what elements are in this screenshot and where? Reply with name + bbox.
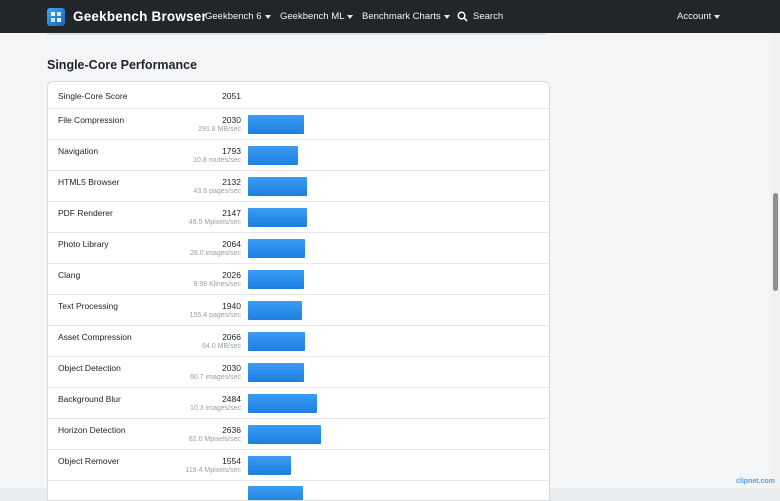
score-bar xyxy=(248,363,304,382)
benchmark-throughput: 10.8 routes/sec xyxy=(193,157,241,164)
brand-title: Geekbench Browser xyxy=(73,9,207,24)
benchmark-name: Object Remover xyxy=(58,456,120,466)
table-row: Object Remover 1554 119.4 Mpixels/sec xyxy=(48,450,549,481)
benchmark-name: Clang xyxy=(58,270,81,280)
caret-down-icon xyxy=(443,14,450,19)
table-row: Text Processing 1940 155.4 pages/sec xyxy=(48,295,549,326)
table-row: PDF Renderer 2147 49.5 Mpixels/sec xyxy=(48,202,549,233)
nav-geekbench-ml-label: Geekbench ML xyxy=(280,11,345,22)
benchmark-score: 2132 xyxy=(222,177,241,187)
benchmark-throughput: 49.5 Mpixels/sec xyxy=(188,219,241,226)
score-bar xyxy=(248,332,305,351)
benchmark-name: Photo Library xyxy=(58,239,109,249)
summary-label: Single-Core Score xyxy=(58,91,128,101)
benchmark-score: 2030 xyxy=(222,363,241,373)
benchmark-throughput: 291.8 MB/sec xyxy=(198,126,241,133)
score-bar xyxy=(248,394,317,413)
benchmark-score: 2030 xyxy=(222,115,241,125)
section-title: Single-Core Performance xyxy=(47,58,198,72)
score-bar xyxy=(248,115,304,134)
top-navbar: Geekbench Browser Geekbench 6 Geekbench … xyxy=(0,0,780,33)
benchmark-throughput: 155.4 pages/sec xyxy=(189,312,241,319)
benchmark-score: 2636 xyxy=(222,425,241,435)
brand-link[interactable]: Geekbench Browser xyxy=(47,7,207,26)
benchmark-score: 2026 xyxy=(222,270,241,280)
score-bar xyxy=(248,177,307,196)
score-bar xyxy=(248,208,307,227)
benchmark-score: 1554 xyxy=(222,456,241,466)
table-row: Navigation 1793 10.8 routes/sec xyxy=(48,140,549,171)
table-row: Horizon Detection 2636 82.0 Mpixels/sec xyxy=(48,419,549,450)
benchmark-name: Asset Compression xyxy=(58,332,132,342)
benchmark-score: 1793 xyxy=(222,146,241,156)
score-bar xyxy=(248,425,321,444)
benchmark-name: PDF Renderer xyxy=(58,208,113,218)
nav-geekbench6-dropdown[interactable]: Geekbench 6 xyxy=(205,0,271,33)
score-bar xyxy=(248,146,298,165)
nav-search-link[interactable]: Search xyxy=(457,0,503,33)
previous-card-edge xyxy=(47,33,547,35)
benchmark-name: File Compression xyxy=(58,115,125,125)
benchmark-name: Navigation xyxy=(58,146,99,156)
caret-down-icon xyxy=(347,14,354,19)
score-bar xyxy=(248,270,304,289)
main-content: Single-Core Performance Single-Core Scor… xyxy=(0,33,771,501)
caret-down-icon xyxy=(264,14,271,19)
benchmark-throughput: 82.0 Mpixels/sec xyxy=(188,436,241,443)
benchmark-score: 2066 xyxy=(222,332,241,342)
search-icon xyxy=(457,11,468,22)
score-bar xyxy=(248,456,291,475)
nav-search-label: Search xyxy=(473,11,504,22)
benchmark-throughput: 64.0 MB/sec xyxy=(202,343,241,350)
benchmark-throughput: 10.3 images/sec xyxy=(190,405,241,412)
score-bar xyxy=(248,239,305,258)
page-scrollbar[interactable] xyxy=(771,33,780,488)
summary-row: Single-Core Score 2051 xyxy=(48,82,549,109)
table-row: File Compression 2030 291.8 MB/sec xyxy=(48,109,549,140)
benchmark-name: Object Detection xyxy=(58,363,121,373)
table-row: Clang 2026 9.98 Klines/sec xyxy=(48,264,549,295)
benchmark-score: 2064 xyxy=(222,239,241,249)
benchmark-throughput: 119.4 Mpixels/sec xyxy=(185,467,241,474)
benchmark-name: Horizon Detection xyxy=(58,425,126,435)
benchmark-name: HTML5 Browser xyxy=(58,177,120,187)
summary-score: 2051 xyxy=(222,91,241,101)
table-row: Background Blur 2484 10.3 images/sec xyxy=(48,388,549,419)
scrollbar-thumb[interactable] xyxy=(773,193,778,291)
nav-geekbench6-label: Geekbench 6 xyxy=(205,11,262,22)
nav-geekbench-ml-dropdown[interactable]: Geekbench ML xyxy=(280,0,354,33)
table-row: Asset Compression 2066 64.0 MB/sec xyxy=(48,326,549,357)
benchmark-throughput: 43.6 pages/sec xyxy=(193,188,241,195)
benchmark-name: Text Processing xyxy=(58,301,118,311)
geekbench-logo-icon xyxy=(47,7,65,26)
table-row: Object Detection 2030 60.7 images/sec xyxy=(48,357,549,388)
table-row: Photo Library 2064 28.0 images/sec xyxy=(48,233,549,264)
table-row: HTML5 Browser 2132 43.6 pages/sec xyxy=(48,171,549,202)
nav-account-label: Account xyxy=(677,11,712,22)
nav-benchmark-charts-label: Benchmark Charts xyxy=(362,11,441,22)
benchmark-name: Background Blur xyxy=(58,394,121,404)
score-bar xyxy=(248,301,302,320)
single-core-table: Single-Core Score 2051 File Compression 2… xyxy=(47,81,550,501)
nav-account-dropdown[interactable]: Account xyxy=(677,0,721,33)
benchmark-score: 2147 xyxy=(222,208,241,218)
score-bar xyxy=(248,486,303,500)
benchmark-throughput: 28.0 images/sec xyxy=(190,250,241,257)
benchmark-throughput: 60.7 images/sec xyxy=(190,374,241,381)
benchmark-throughput: 9.98 Klines/sec xyxy=(193,281,241,288)
nav-benchmark-charts-dropdown[interactable]: Benchmark Charts xyxy=(362,0,450,33)
benchmark-score: 1940 xyxy=(222,301,241,311)
caret-down-icon xyxy=(714,14,721,19)
watermark: clipnet.com xyxy=(736,478,775,485)
benchmark-score: 2484 xyxy=(222,394,241,404)
